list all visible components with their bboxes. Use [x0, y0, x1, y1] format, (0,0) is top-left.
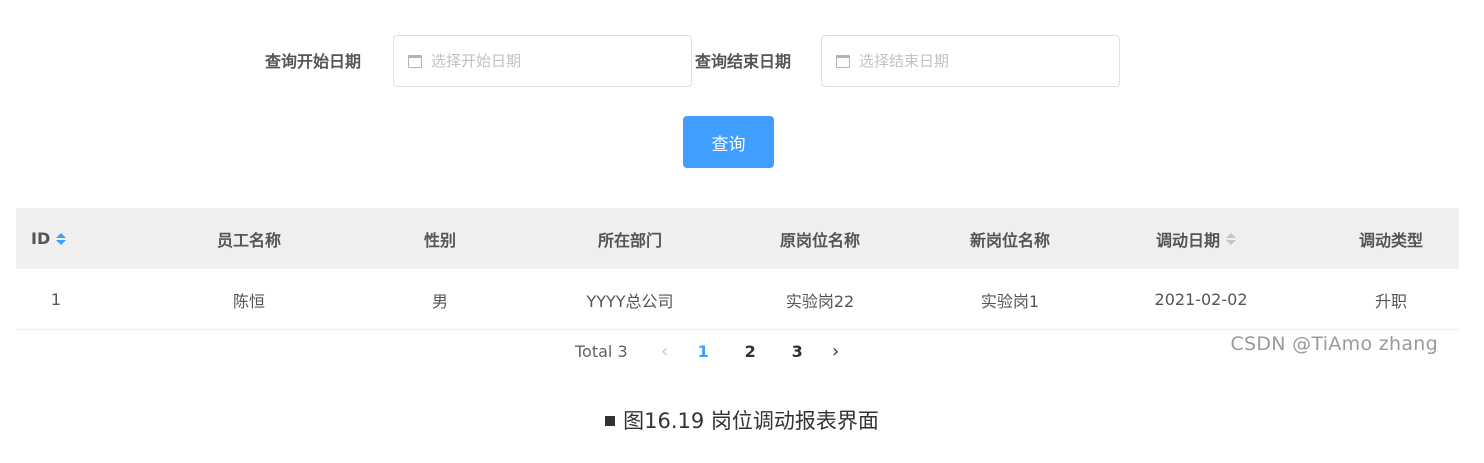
column-header-old-position: 原岗位名称 — [779, 230, 861, 250]
page-1-button[interactable]: 1 — [680, 342, 727, 361]
square-bullet-icon — [605, 416, 616, 426]
watermark: CSDN @TiAmo zhang — [1230, 333, 1438, 355]
calendar-icon — [836, 54, 850, 68]
end-date-input[interactable] — [859, 52, 1079, 70]
start-date-input[interactable] — [431, 52, 651, 70]
next-page-icon[interactable]: › — [821, 341, 851, 362]
end-date-picker[interactable] — [821, 35, 1120, 87]
cell-old-position: 实验岗22 — [785, 291, 855, 311]
table-header: ID 员工名称 性别 所在部门 原岗位名称 新岗位名称 调动日期 调动类型 — [16, 208, 1459, 269]
end-date-label: 查询结束日期 — [695, 52, 792, 71]
cell-transfer-date: 2021-02-02 — [1154, 290, 1248, 309]
column-header-transfer-date[interactable]: 调动日期 — [1156, 208, 1237, 269]
column-header-gender: 性别 — [423, 230, 457, 250]
start-date-label: 查询开始日期 — [265, 52, 362, 71]
column-header-transfer-type: 调动类型 — [1358, 230, 1424, 250]
cell-new-position: 实验岗1 — [980, 291, 1040, 311]
calendar-icon — [408, 54, 422, 68]
column-header-employee-name: 员工名称 — [216, 230, 282, 250]
page-3-button[interactable]: 3 — [774, 342, 821, 361]
table-row: 1 陈恒 男 YYYY总公司 实验岗22 实验岗1 2021-02-02 升职 — [16, 269, 1459, 330]
page-2-button[interactable]: 2 — [727, 342, 774, 361]
cell-department: YYYY总公司 — [586, 291, 674, 311]
column-header-new-position: 新岗位名称 — [969, 230, 1051, 250]
cell-transfer-type: 升职 — [1374, 291, 1408, 311]
cell-gender: 男 — [431, 291, 449, 311]
query-button[interactable]: 查询 — [683, 116, 774, 168]
pagination-total: Total 3 — [575, 341, 628, 361]
figure-caption: 图16.19 岗位调动报表界面 — [0, 405, 1484, 435]
transfer-report-table: ID 员工名称 性别 所在部门 原岗位名称 新岗位名称 调动日期 调动类型 1 … — [16, 208, 1459, 330]
column-header-id[interactable]: ID — [31, 208, 67, 269]
cell-employee-name: 陈恒 — [232, 291, 266, 311]
cell-id: 1 — [50, 290, 62, 309]
column-header-department: 所在部门 — [597, 230, 663, 250]
prev-page-icon[interactable]: ‹ — [650, 341, 680, 362]
sort-icon[interactable] — [56, 232, 67, 245]
start-date-picker[interactable] — [393, 35, 692, 87]
pagination: Total 3 ‹ 1 2 3 › — [575, 338, 851, 364]
sort-icon[interactable] — [1226, 232, 1237, 245]
